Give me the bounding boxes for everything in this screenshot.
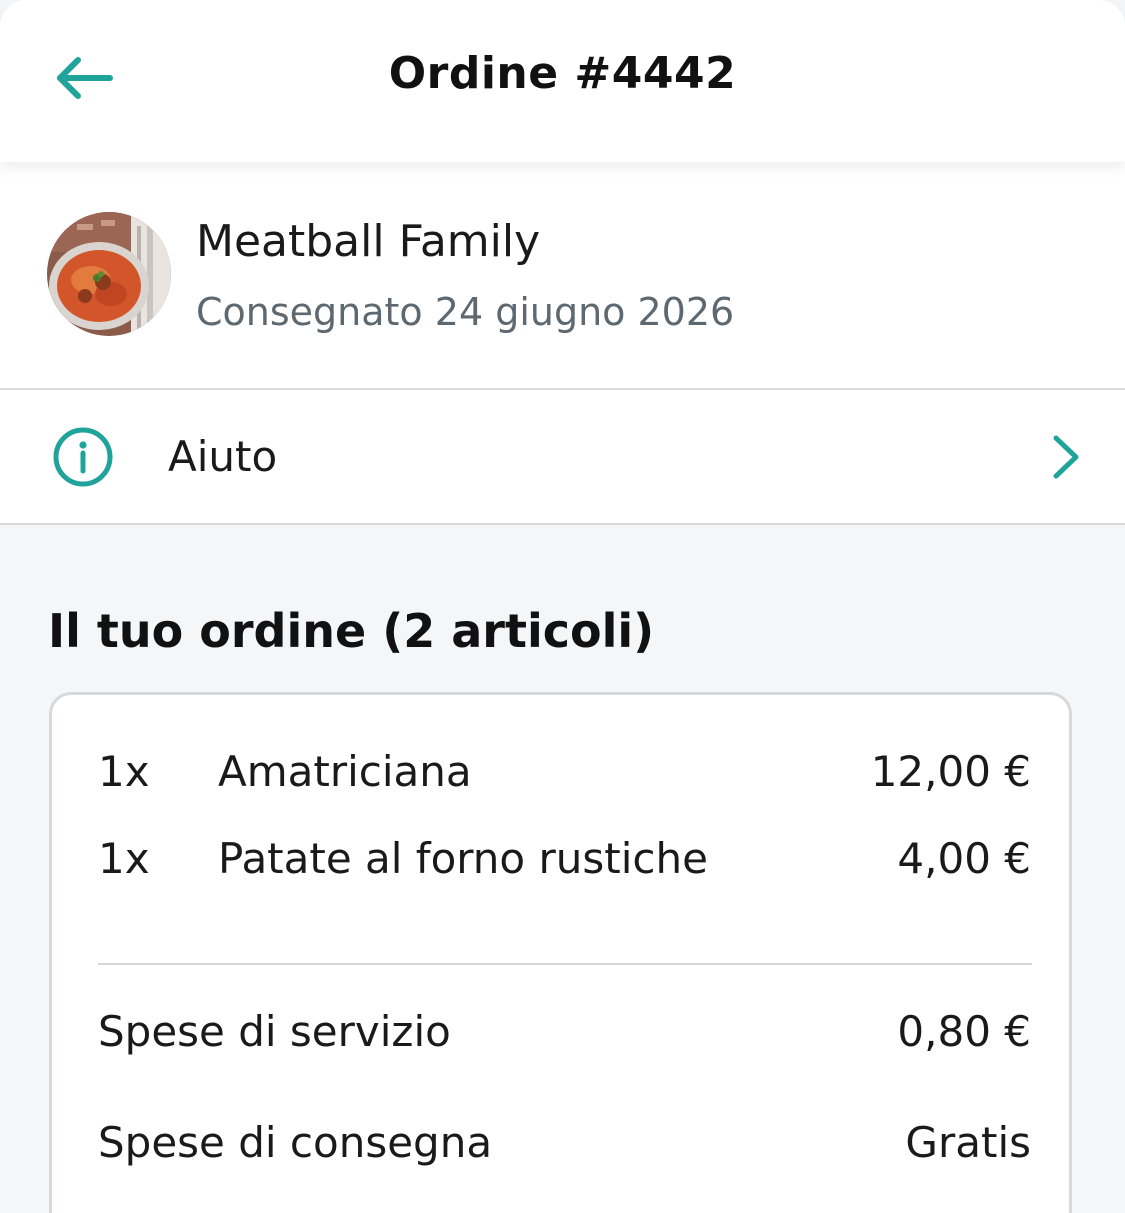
help-label: Aiuto <box>168 432 278 481</box>
item-name: Patate al forno rustiche <box>218 834 708 883</box>
divider <box>98 963 1032 965</box>
fee-label: Spese di servizio <box>98 1007 451 1056</box>
fee-value: Gratis <box>905 1118 1031 1167</box>
item-price: 4,00 € <box>897 834 1031 883</box>
item-quantity: 1x <box>98 747 150 796</box>
item-name: Amatriciana <box>218 747 472 796</box>
restaurant-avatar <box>47 212 171 336</box>
restaurant-info: Meatball Family Consegnato 24 giugno 202… <box>0 162 1125 390</box>
list-item: 1x Patate al forno rustiche 4,00 € <box>98 834 1031 890</box>
restaurant-name: Meatball Family <box>196 216 541 267</box>
service-fee-row: Spese di servizio 0,80 € <box>98 1007 1031 1063</box>
order-detail-page: Ordine #4442 Meatball Family Consegnato … <box>0 0 1125 1213</box>
fee-label: Spese di consegna <box>98 1118 493 1167</box>
delivery-status: Consegnato 24 giugno 2026 <box>196 290 735 334</box>
top-bar: Ordine #4442 <box>0 0 1125 162</box>
page-title: Ordine #4442 <box>388 48 737 99</box>
order-section-title: Il tuo ordine (2 articoli) <box>48 604 655 658</box>
item-quantity: 1x <box>98 834 150 883</box>
help-row[interactable]: Aiuto <box>0 390 1125 525</box>
item-price: 12,00 € <box>870 747 1031 796</box>
info-icon <box>53 427 113 487</box>
order-summary-card: 1x Amatriciana 12,00 € 1x Patate al forn… <box>49 692 1072 1213</box>
fee-value: 0,80 € <box>897 1007 1031 1056</box>
list-item: 1x Amatriciana 12,00 € <box>98 747 1031 803</box>
delivery-fee-row: Spese di consegna Gratis <box>98 1118 1031 1174</box>
chevron-right-icon <box>1053 435 1079 479</box>
